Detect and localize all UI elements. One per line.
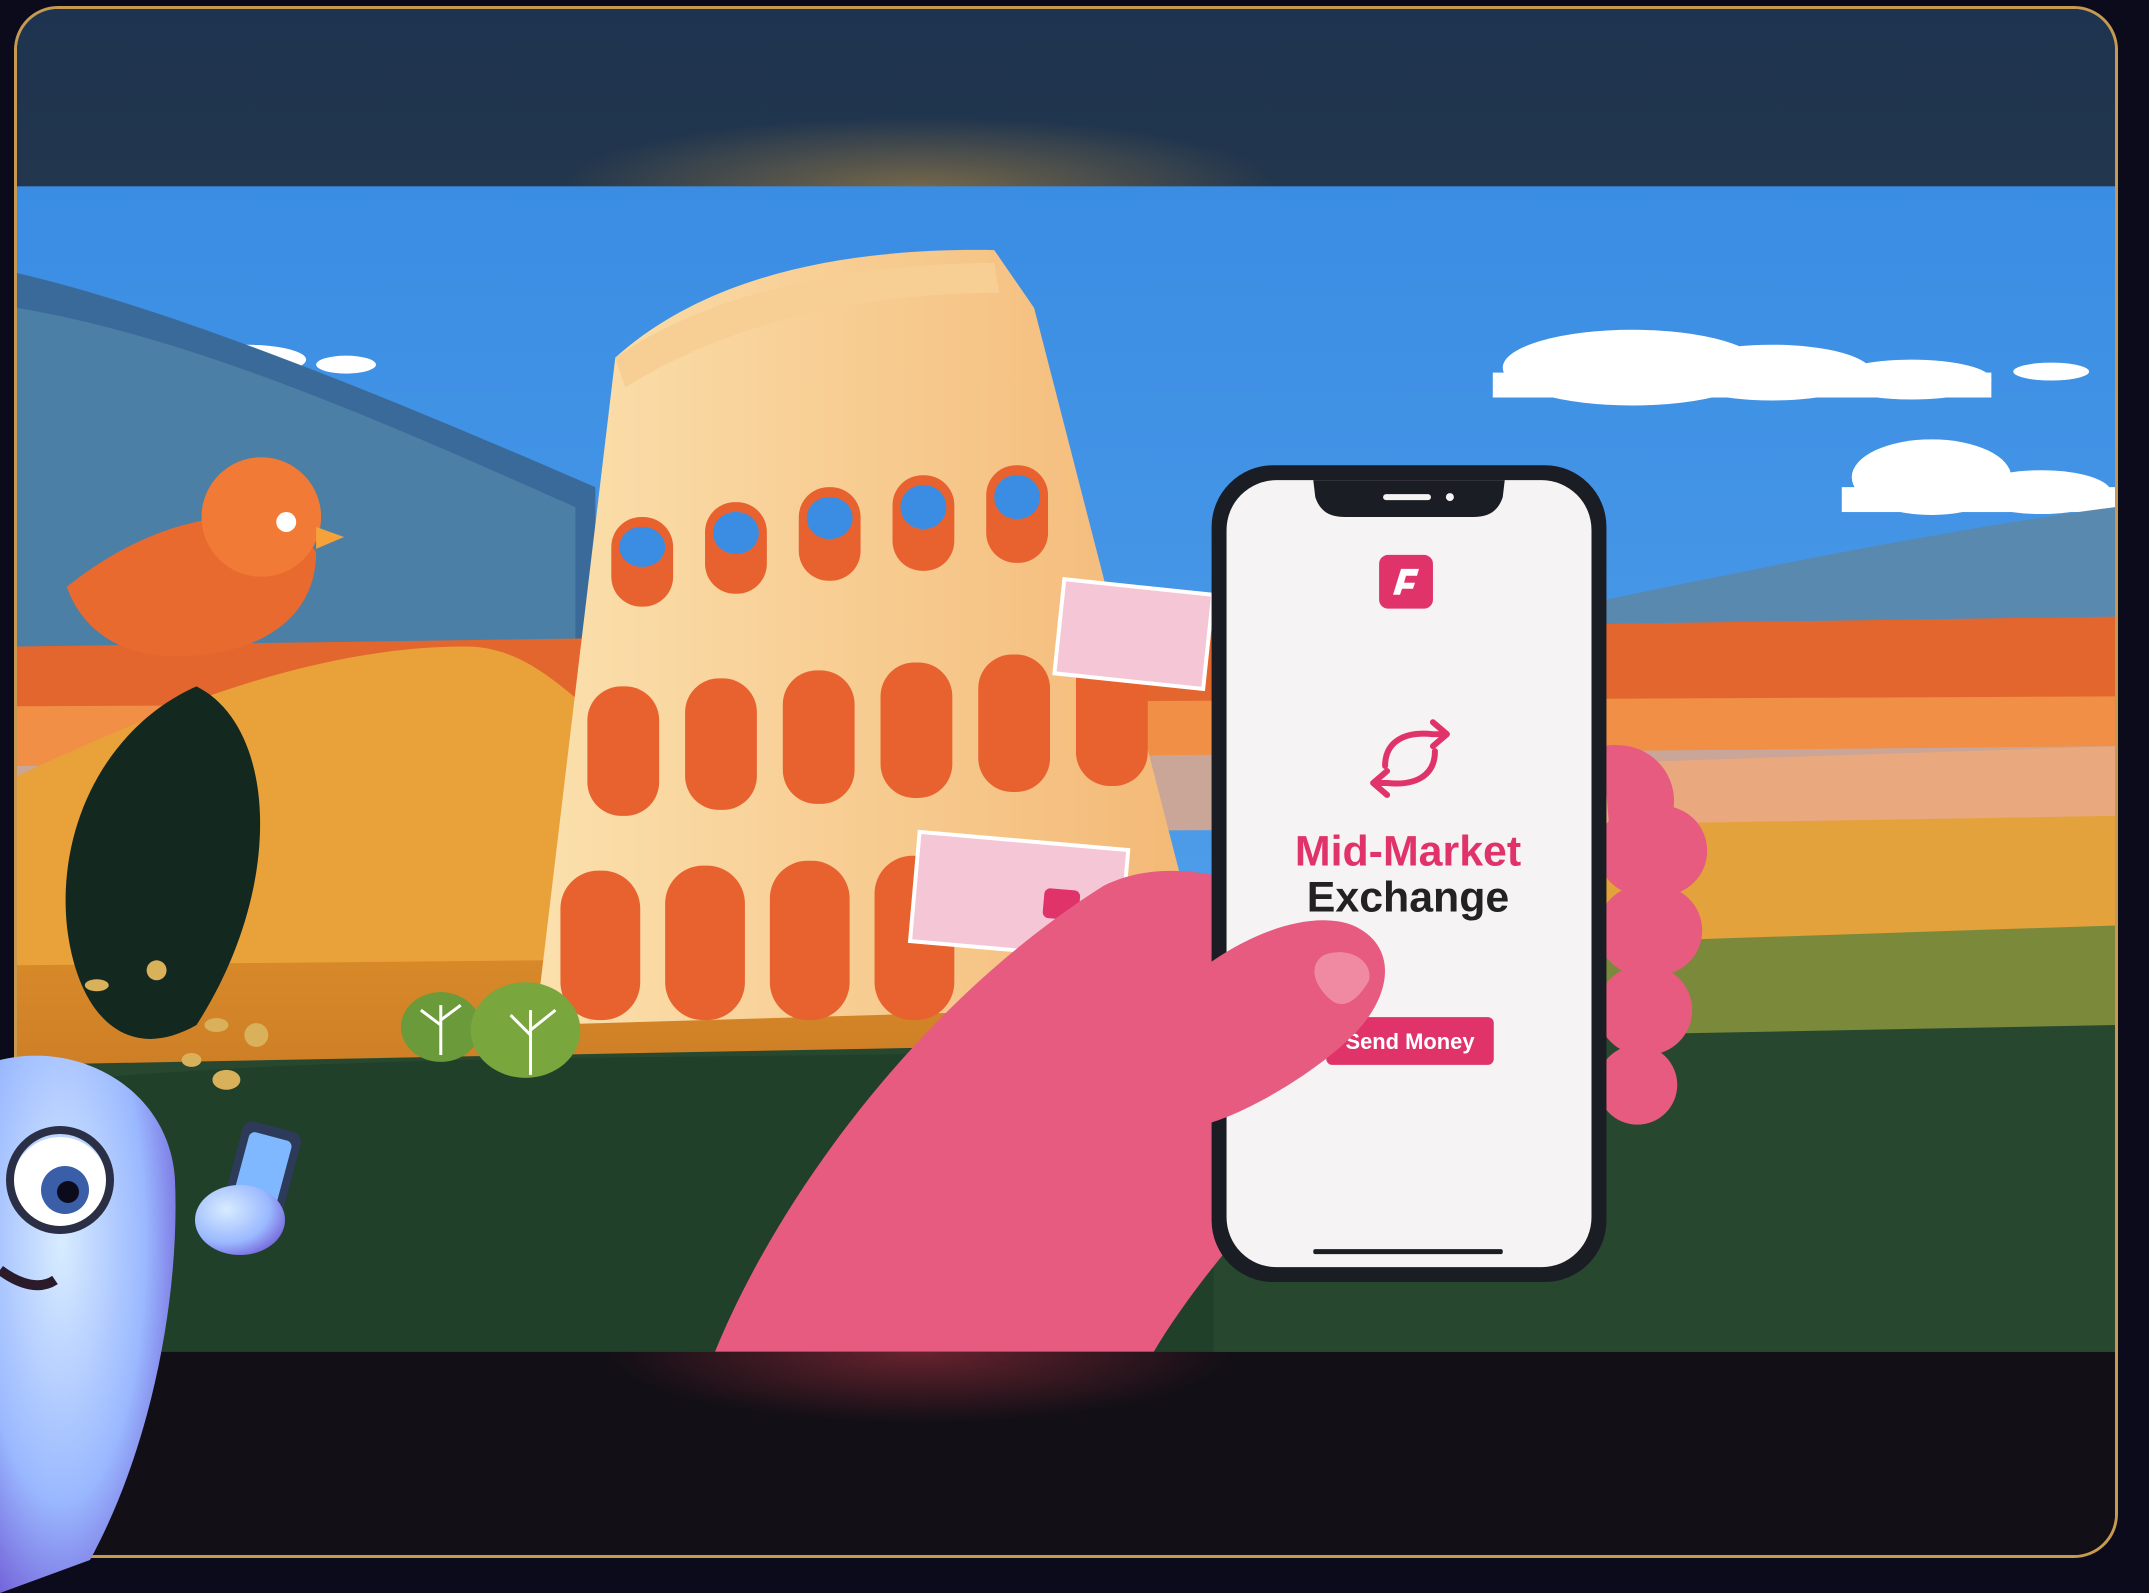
video-scene: Mid-Market Exchange Send Money	[17, 9, 2115, 1555]
phone-title-line2: Exchange	[1307, 874, 1510, 922]
phone-title-line1: Mid-Market	[1295, 828, 1521, 876]
app-logo-icon	[1379, 554, 1433, 609]
video-frame: Mid-Market Exchange Send Money	[14, 6, 2118, 1558]
mascot-character	[0, 1055, 301, 1593]
send-money-label: Send Money	[1345, 1029, 1475, 1054]
